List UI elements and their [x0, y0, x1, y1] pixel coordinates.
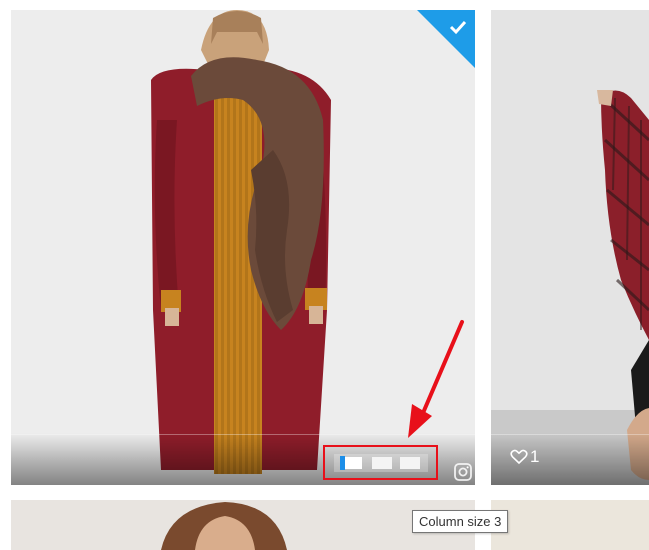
photo-red-cardigan-scarf: [11, 10, 475, 485]
column-size-handle[interactable]: [339, 455, 345, 470]
gallery-item-1[interactable]: [11, 10, 475, 485]
like-count: 1: [530, 447, 540, 466]
heart-icon: [510, 449, 528, 465]
like-button[interactable]: 1: [510, 447, 539, 467]
gallery-item-3[interactable]: [11, 500, 475, 550]
photo-neutral: [491, 500, 649, 550]
column-size-segment-2[interactable]: [371, 456, 392, 469]
gallery-item-4[interactable]: [491, 500, 649, 550]
column-size-tooltip: Column size 3: [412, 510, 509, 533]
instagram-icon[interactable]: [453, 462, 473, 482]
column-size-segment-1[interactable]: [341, 456, 362, 469]
photo-plaid-scarf: [491, 10, 649, 485]
gallery-item-2[interactable]: 1: [491, 10, 649, 485]
column-size-segment-3[interactable]: [399, 456, 420, 469]
photo-woman-portrait: [11, 500, 475, 550]
check-icon: [449, 20, 467, 35]
column-size-slider[interactable]: [323, 445, 438, 480]
column-size-track[interactable]: [333, 453, 428, 472]
